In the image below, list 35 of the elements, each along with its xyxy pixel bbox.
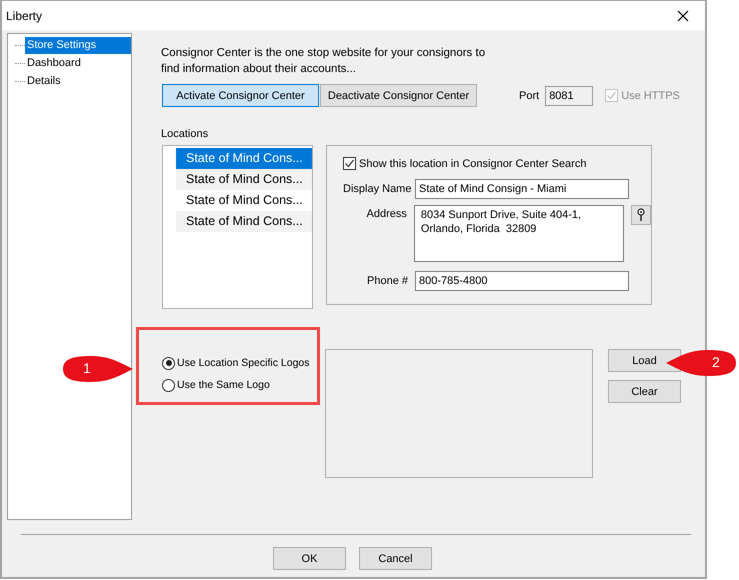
window-title: Liberty [6, 8, 42, 22]
field-label: Phone # [366, 275, 408, 287]
close-icon[interactable] [677, 10, 689, 22]
consignor-center-button[interactable]: Deactivate Consignor Center [320, 84, 477, 107]
tree-item[interactable]: Dashboard [25, 54, 131, 72]
logo-button[interactable]: Load [608, 349, 681, 372]
locations-label: Locations [161, 128, 210, 142]
map-pin-button[interactable] [631, 205, 652, 225]
tree-item[interactable]: Details [25, 72, 131, 90]
callout-marker: 1 [61, 354, 135, 384]
radio-label: Use the Same Logo [177, 379, 270, 391]
location-item[interactable]: State of Mind Cons... [176, 211, 312, 232]
radio-button[interactable] [162, 378, 175, 392]
field-label: Address [366, 208, 407, 220]
location-item[interactable]: State of Mind Cons... [176, 148, 312, 169]
pin-icon [637, 208, 646, 222]
checkbox-label: Use HTTPS [621, 90, 680, 102]
address-field[interactable]: 8034 Sunport Drive, Suite 404-1, Orlando, Florida 32809 [414, 205, 624, 262]
logo-button[interactable]: Clear [608, 380, 681, 403]
callout-marker: 2 [664, 348, 738, 378]
port-label: Port [519, 90, 540, 102]
dialog-button[interactable]: OK [273, 547, 346, 570]
display-name-field[interactable]: State of Mind Consign - Miami [415, 179, 629, 199]
consignor-center-button[interactable]: Activate Consignor Center [162, 84, 319, 107]
phone-field[interactable]: 800-785-4800 [415, 271, 629, 291]
radio-button[interactable] [162, 356, 175, 370]
location-item[interactable]: State of Mind Cons... [176, 190, 312, 211]
dialog-button[interactable]: Cancel [359, 547, 432, 570]
location-item[interactable]: State of Mind Cons... [176, 169, 312, 190]
tree-item[interactable]: Store Settings [25, 36, 131, 54]
radio-label: Use Location Specific Logos [177, 357, 310, 369]
checkbox-label: Show this location in Consignor Center Search [359, 158, 586, 170]
checkbox[interactable] [343, 157, 356, 170]
port-field[interactable]: 8081 [545, 86, 594, 106]
description-text: Consignor Center is the one stop website for your consignors to find information about their accounts... [161, 46, 486, 77]
